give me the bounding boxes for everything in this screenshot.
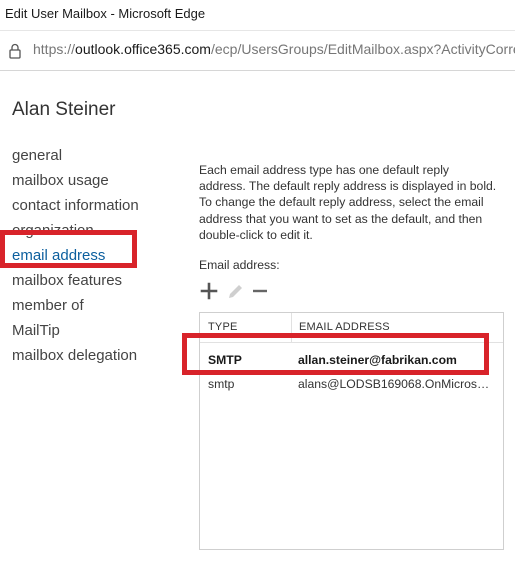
- email-address-table: TYPE EMAIL ADDRESS SMTP allan.steiner@fa…: [199, 312, 504, 550]
- nav-item-email-address[interactable]: email address: [12, 243, 139, 268]
- url-protocol: https://: [33, 41, 76, 57]
- window-title: Edit User Mailbox - Microsoft Edge: [5, 6, 206, 21]
- table-row[interactable]: SMTP allan.steiner@fabrikan.com: [200, 349, 503, 371]
- column-header-type[interactable]: TYPE: [208, 321, 238, 333]
- email-address-label: Email address:: [199, 258, 280, 272]
- nav-item-mailbox-features[interactable]: mailbox features: [12, 268, 139, 293]
- page-title: Alan Steiner: [12, 99, 116, 120]
- add-icon[interactable]: [199, 280, 219, 302]
- edit-icon[interactable]: [225, 280, 245, 302]
- sidebar-nav: general mailbox usage contact informatio…: [12, 143, 139, 368]
- cell-type: smtp: [208, 377, 235, 391]
- nav-item-mailbox-usage[interactable]: mailbox usage: [12, 168, 139, 193]
- description-text: Each email address type has one default …: [199, 163, 497, 242]
- cell-type: SMTP: [208, 353, 242, 367]
- lock-icon: [9, 43, 21, 59]
- window-titlebar: Edit User Mailbox - Microsoft Edge: [0, 0, 515, 31]
- nav-item-general[interactable]: general: [12, 143, 139, 168]
- url-host: outlook.office365.com: [75, 41, 211, 57]
- table-row[interactable]: smtp alans@LODSB169068.OnMicrosoft.com: [200, 373, 503, 395]
- nav-item-mailtip[interactable]: MailTip: [12, 318, 139, 343]
- nav-item-mailbox-delegation[interactable]: mailbox delegation: [12, 343, 139, 368]
- nav-item-contact-information[interactable]: contact information: [12, 193, 139, 218]
- url-text[interactable]: https://outlook.office365.com/ecp/UsersG…: [33, 41, 515, 57]
- nav-item-member-of[interactable]: member of: [12, 293, 139, 318]
- cell-email-address: alans@LODSB169068.OnMicrosoft.com: [298, 377, 494, 391]
- nav-item-organization[interactable]: organization: [12, 218, 139, 243]
- column-header-email-address[interactable]: EMAIL ADDRESS: [299, 321, 390, 333]
- url-path: /ecp/UsersGroups/EditMailbox.aspx?Activi…: [210, 41, 515, 57]
- address-bar[interactable]: https://outlook.office365.com/ecp/UsersG…: [0, 31, 515, 71]
- remove-icon[interactable]: [250, 280, 270, 302]
- table-header: TYPE EMAIL ADDRESS: [200, 313, 503, 343]
- cell-email-address: allan.steiner@fabrikan.com: [298, 353, 457, 367]
- selected-marker-icon: [0, 251, 3, 257]
- column-divider: [291, 313, 292, 343]
